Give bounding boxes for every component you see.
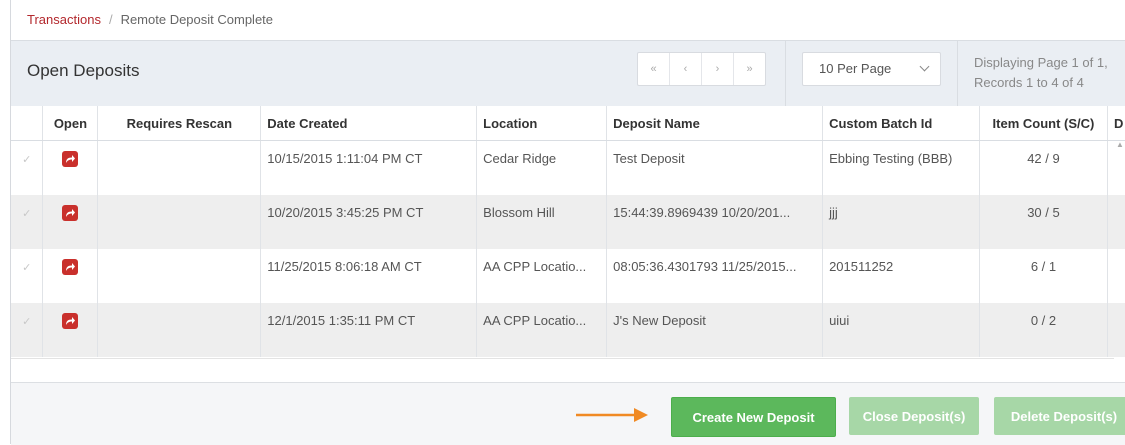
breadcrumb: Transactions / Remote Deposit Complete — [27, 12, 273, 27]
row-select-checkbox[interactable]: ✓ — [11, 248, 44, 303]
requires-rescan-cell — [97, 302, 262, 357]
table-empty-area — [11, 358, 1114, 383]
row-select-checkbox[interactable]: ✓ — [11, 140, 44, 195]
open-deposit-icon[interactable] — [62, 151, 79, 167]
item-count-cell: 6 / 1 — [979, 248, 1108, 303]
display-info-page: Displaying Page 1 of 1, — [974, 55, 1108, 70]
create-new-deposit-button[interactable]: Create New Deposit — [671, 397, 836, 437]
pagination: « ‹ › » — [637, 52, 766, 86]
per-page-value: 10 Per Page — [819, 61, 892, 76]
check-icon: ✓ — [22, 154, 32, 166]
date-created-cell: 11/25/2015 8:06:18 AM CT — [260, 248, 478, 303]
custom-batch-id-cell: Ebbing Testing (BBB) — [822, 140, 980, 195]
custom-batch-id-cell: uiui — [822, 302, 980, 357]
delete-deposits-button[interactable]: Delete Deposit(s) — [994, 397, 1125, 435]
column-header-deposit-name[interactable]: Deposit Name — [606, 106, 824, 141]
deposit-name-cell: 08:05:36.4301793 11/25/2015... — [606, 248, 824, 303]
deposits-panel: Transactions / Remote Deposit Complete Ope… — [10, 0, 1125, 445]
first-page-button[interactable]: « — [638, 53, 670, 85]
location-cell: Blossom Hill — [476, 194, 608, 249]
d-cell — [1107, 302, 1125, 357]
deposit-name-cell: 15:44:39.8969439 10/20/201... — [606, 194, 824, 249]
header-divider — [957, 41, 958, 106]
open-cell — [42, 248, 99, 303]
open-cell — [42, 194, 99, 249]
row-select-checkbox[interactable]: ✓ — [11, 194, 44, 249]
custom-batch-id-cell: 201511252 — [822, 248, 980, 303]
display-info: Displaying Page 1 of 1, Records 1 to 4 o… — [974, 53, 1108, 93]
close-deposits-button[interactable]: Close Deposit(s) — [849, 397, 979, 435]
column-header-d[interactable]: D — [1107, 106, 1125, 141]
breadcrumb-transactions-link[interactable]: Transactions — [27, 12, 101, 27]
table-row[interactable]: ✓ 11/25/2015 8:06:18 AM CT AA CPP Locati… — [11, 248, 1125, 303]
check-icon: ✓ — [22, 207, 32, 220]
location-cell: Cedar Ridge — [476, 140, 608, 195]
footer-actions: Create New Deposit Close Deposit(s) Dele… — [11, 382, 1125, 445]
display-info-records: Records 1 to 4 of 4 — [974, 75, 1084, 90]
open-deposit-icon[interactable] — [62, 258, 79, 275]
column-header-date-created[interactable]: Date Created — [260, 106, 478, 141]
prev-page-button[interactable]: ‹ — [670, 53, 702, 85]
table-header-row: Open Requires Rescan Date Created Locati… — [11, 106, 1125, 141]
item-count-cell: 0 / 2 — [979, 302, 1108, 357]
check-icon: ✓ — [22, 261, 32, 274]
open-deposit-icon[interactable] — [62, 204, 79, 221]
location-cell: AA CPP Locatio... — [476, 248, 608, 303]
next-page-button[interactable]: › — [702, 53, 734, 85]
item-count-cell: 30 / 5 — [979, 194, 1108, 249]
date-created-cell: 10/20/2015 3:45:25 PM CT — [260, 194, 478, 249]
date-created-cell: 12/1/2015 1:35:11 PM CT — [260, 302, 478, 357]
table-row[interactable]: ✓ 12/1/2015 1:35:11 PM CT AA CPP Locatio… — [11, 302, 1125, 357]
panel-header: Open Deposits « ‹ › » 10 Per Page Displa… — [11, 40, 1125, 107]
row-select-checkbox[interactable]: ✓ — [11, 302, 44, 357]
column-header-custom-batch-id[interactable]: Custom Batch Id — [822, 106, 980, 141]
check-icon: ✓ — [22, 315, 32, 328]
requires-rescan-cell — [97, 248, 262, 303]
location-cell: AA CPP Locatio... — [476, 302, 608, 357]
table-row[interactable]: ✓ 10/20/2015 3:45:25 PM CT Blossom Hill … — [11, 194, 1125, 249]
header-divider — [785, 41, 786, 106]
deposit-name-cell: Test Deposit — [606, 140, 824, 195]
open-cell — [42, 140, 99, 195]
open-cell — [42, 302, 99, 357]
open-deposit-icon[interactable] — [62, 312, 79, 329]
breadcrumb-separator: / — [108, 12, 113, 27]
requires-rescan-cell — [97, 140, 262, 195]
select-column-header — [11, 106, 44, 141]
deposits-table: Open Requires Rescan Date Created Locati… — [11, 106, 1125, 357]
date-created-cell: 10/15/2015 1:11:04 PM CT — [260, 140, 478, 195]
item-count-cell: 42 / 9 — [979, 140, 1108, 195]
d-cell — [1107, 248, 1125, 303]
deposit-name-cell: J's New Deposit — [606, 302, 824, 357]
custom-batch-id-cell: jjj — [822, 194, 980, 249]
chevron-down-icon — [919, 61, 930, 72]
page-title: Open Deposits — [27, 61, 140, 80]
table-row[interactable]: ✓ 10/15/2015 1:11:04 PM CT Cedar Ridge T… — [11, 140, 1125, 195]
scroll-up-icon[interactable]: ▲ — [1116, 140, 1124, 149]
pointer-arrow-icon — [576, 408, 648, 422]
column-header-requires-rescan[interactable]: Requires Rescan — [97, 106, 262, 141]
breadcrumb-current: Remote Deposit Complete — [120, 12, 274, 27]
last-page-button[interactable]: » — [734, 53, 765, 85]
per-page-select[interactable]: 10 Per Page — [802, 52, 941, 86]
d-cell — [1107, 194, 1125, 249]
column-header-location[interactable]: Location — [476, 106, 608, 141]
column-header-item-count[interactable]: Item Count (S/C) — [979, 106, 1108, 141]
column-header-open[interactable]: Open — [42, 106, 99, 141]
requires-rescan-cell — [97, 194, 262, 249]
